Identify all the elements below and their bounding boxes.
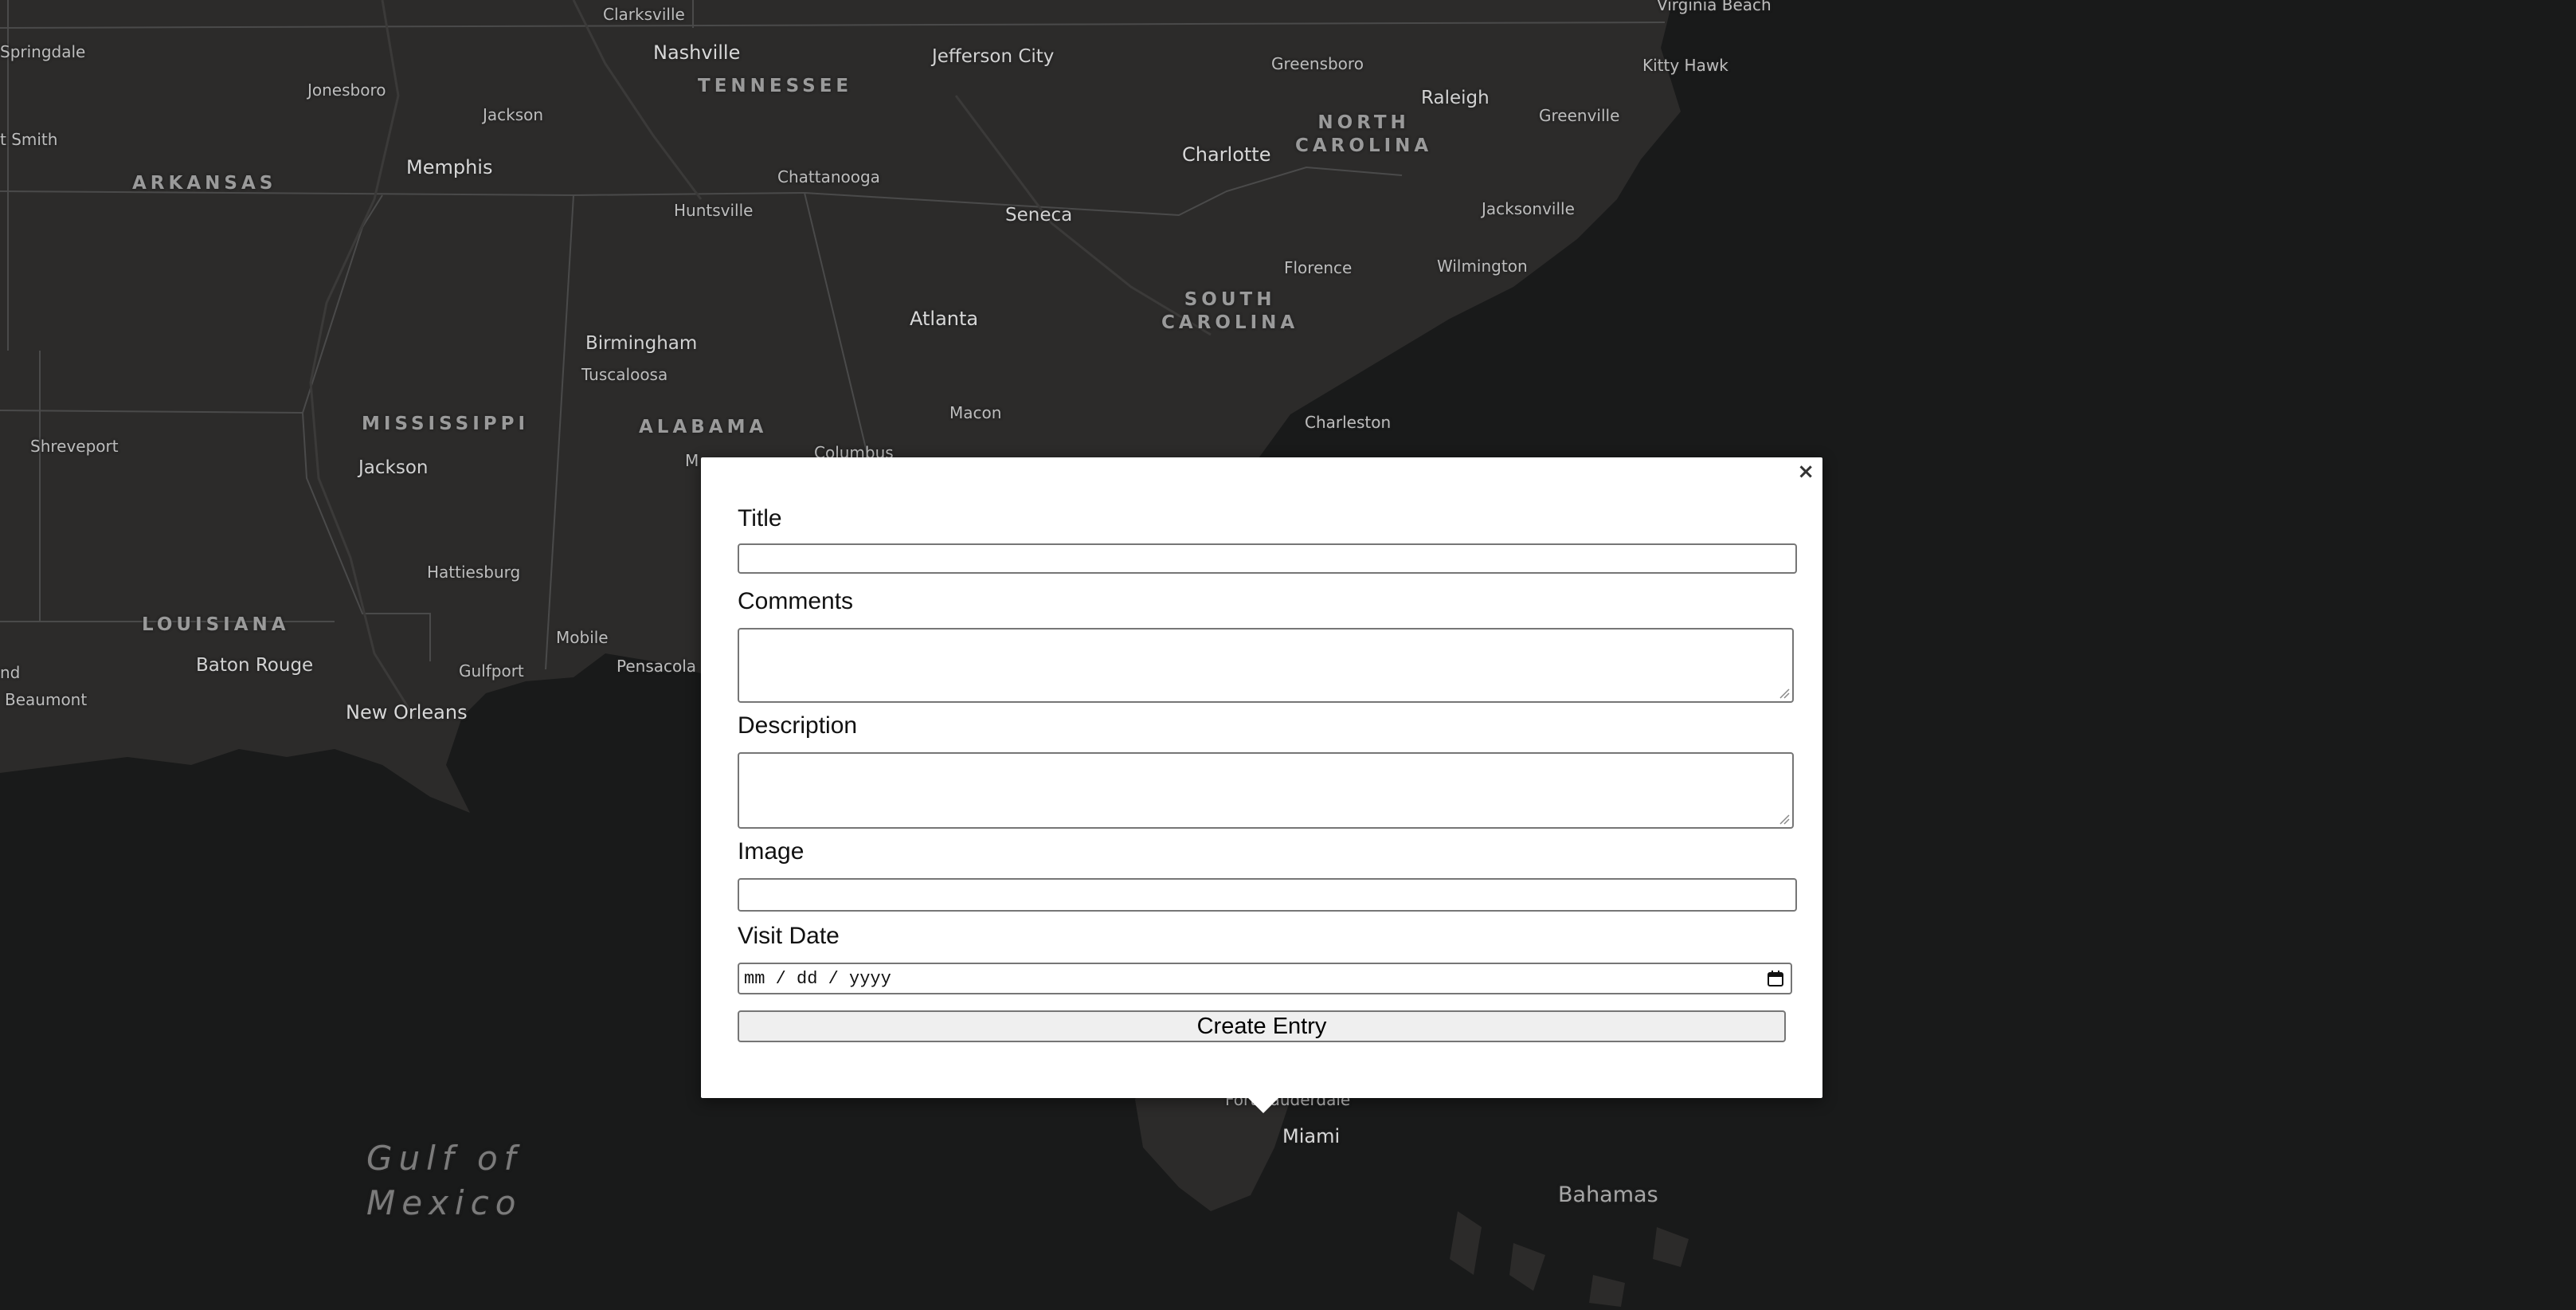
- state-label-arkansas: ARKANSAS: [132, 173, 277, 194]
- state-label-south-carolina: SOUTH CAROLINA: [1161, 289, 1299, 333]
- city-label-jonesboro: Jonesboro: [307, 80, 386, 100]
- city-label-greensboro: Greensboro: [1271, 54, 1364, 73]
- popup-tip: [1247, 1097, 1279, 1113]
- city-label-memphis: Memphis: [406, 156, 493, 178]
- city-label-seneca: Seneca: [1005, 205, 1073, 226]
- city-label-virginia-beach: Virginia Beach: [1657, 0, 1771, 14]
- state-label-mississippi: MISSISSIPPI: [362, 414, 530, 434]
- state-label-north-carolina: NORTH CAROLINA: [1295, 112, 1433, 156]
- city-label-greenville: Greenville: [1539, 106, 1620, 125]
- city-label-chattanooga: Chattanooga: [777, 167, 880, 186]
- water-label-gulf-of-mexico: Gulf of Mexico: [366, 1139, 523, 1222]
- city-label-macon: Macon: [949, 403, 1002, 422]
- comments-label: Comments: [738, 588, 854, 614]
- state-label-tennessee: TENNESSEE: [698, 76, 853, 96]
- country-label-bahamas: Bahamas: [1558, 1183, 1658, 1207]
- city-label-tuscaloosa: Tuscaloosa: [581, 365, 668, 384]
- city-label-gulfport: Gulfport: [459, 661, 524, 680]
- entry-popup: × Title Comments Description Image Visit…: [701, 457, 1822, 1098]
- city-label-shreveport: Shreveport: [30, 437, 119, 456]
- city-label-jackson-ms: Jackson: [358, 457, 429, 478]
- visit-date-label: Visit Date: [738, 923, 840, 949]
- city-label-charlotte: Charlotte: [1182, 143, 1271, 166]
- visit-date-placeholder: mm / dd / yyyy: [744, 969, 891, 989]
- city-label-nashville: Nashville: [653, 41, 741, 64]
- city-label-hattiesburg: Hattiesburg: [427, 563, 521, 582]
- city-label-fort-smith: t Smith: [0, 130, 58, 149]
- city-label-jefferson-city: Jefferson City: [932, 46, 1055, 67]
- resize-grip-icon[interactable]: [1779, 688, 1790, 699]
- city-label-charleston: Charleston: [1305, 413, 1392, 432]
- city-label-miami: Miami: [1282, 1125, 1341, 1147]
- title-label: Title: [738, 505, 782, 531]
- state-label-alabama: ALABAMA: [639, 417, 768, 437]
- city-label-montgomery: M: [685, 451, 699, 470]
- resize-grip-icon[interactable]: [1779, 814, 1790, 825]
- city-label-mobile: Mobile: [556, 628, 609, 647]
- city-label-new-orleans: New Orleans: [346, 701, 468, 724]
- city-label-huntsville: Huntsville: [674, 201, 754, 220]
- city-label-jacksonville: Jacksonville: [1482, 199, 1575, 218]
- image-label: Image: [738, 838, 805, 865]
- city-label-atlanta: Atlanta: [910, 308, 979, 330]
- calendar-icon[interactable]: [1767, 970, 1784, 987]
- city-label-beaumont: Beaumont: [5, 690, 88, 709]
- create-entry-button[interactable]: Create Entry: [738, 1010, 1786, 1042]
- description-textarea[interactable]: [738, 752, 1794, 829]
- title-input[interactable]: [738, 543, 1797, 574]
- city-label-birmingham: Birmingham: [585, 333, 698, 354]
- city-label-pensacola: Pensacola: [617, 657, 697, 676]
- city-label-lake-charles: nd: [0, 663, 21, 682]
- city-label-springdale: Springdale: [0, 42, 86, 61]
- city-label-baton-rouge: Baton Rouge: [196, 655, 314, 676]
- description-label: Description: [738, 712, 858, 739]
- city-label-kitty-hawk: Kitty Hawk: [1642, 56, 1728, 75]
- city-label-florence: Florence: [1284, 258, 1353, 277]
- visit-date-input[interactable]: mm / dd / yyyy: [738, 963, 1792, 994]
- city-label-raleigh: Raleigh: [1421, 88, 1490, 108]
- popup-close-button[interactable]: ×: [1797, 461, 1815, 483]
- city-label-clarksville: Clarksville: [603, 5, 685, 24]
- comments-textarea[interactable]: [738, 628, 1794, 703]
- city-label-jackson-tn: Jackson: [483, 105, 544, 124]
- image-input[interactable]: [738, 878, 1797, 912]
- state-label-louisiana: LOUISIANA: [142, 614, 290, 635]
- city-label-wilmington: Wilmington: [1437, 257, 1528, 276]
